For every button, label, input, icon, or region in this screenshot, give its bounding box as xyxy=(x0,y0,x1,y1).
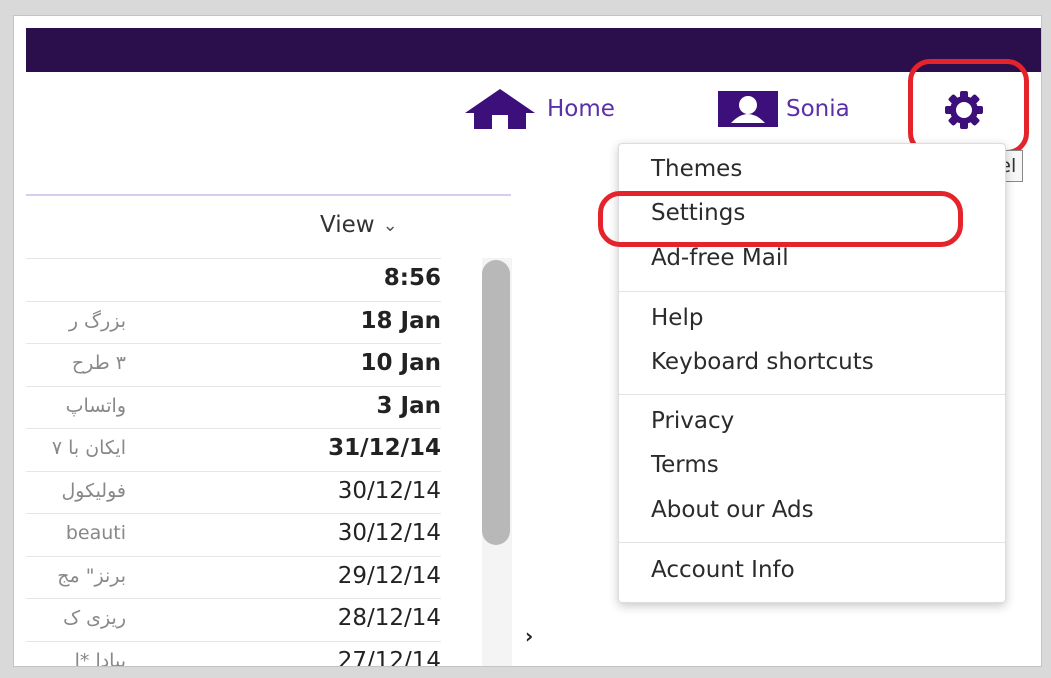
view-label: View xyxy=(320,212,375,238)
message-date: 31/12/14 xyxy=(328,435,441,461)
pane-divider xyxy=(26,194,511,196)
scrollbar-thumb[interactable] xyxy=(482,260,510,545)
menu-divider xyxy=(619,394,1005,395)
message-subject: فولیکول xyxy=(61,479,126,502)
view-dropdown[interactable]: View ⌄ xyxy=(320,212,398,238)
message-subject: بیادا *ا xyxy=(74,649,126,667)
menu-item-about-our-ads[interactable]: About our Ads xyxy=(651,497,814,523)
message-date: 28/12/14 xyxy=(337,605,441,631)
message-row[interactable]: ۳ طرح 10 Jan xyxy=(26,343,441,386)
top-bar xyxy=(26,28,1041,72)
menu-item-ad-free-mail[interactable]: Ad-free Mail xyxy=(651,245,789,271)
message-date: 29/12/14 xyxy=(337,562,441,589)
chevron-right-icon[interactable]: › xyxy=(525,624,533,648)
user-profile-link[interactable]: Sonia xyxy=(718,84,850,134)
menu-item-keyboard-shortcuts[interactable]: Keyboard shortcuts xyxy=(651,349,874,375)
message-date: 30/12/14 xyxy=(337,520,441,546)
menu-item-help[interactable]: Help xyxy=(651,305,703,331)
home-link[interactable]: Home xyxy=(461,84,615,134)
settings-highlight xyxy=(598,191,963,247)
message-row[interactable]: بیادا *ا 27/12/14 xyxy=(26,640,441,667)
menu-item-privacy[interactable]: Privacy xyxy=(651,408,734,434)
message-subject: برنز" مج xyxy=(57,564,126,587)
menu-divider xyxy=(619,291,1005,292)
message-subject: beauti xyxy=(65,522,126,544)
message-date: 30/12/14 xyxy=(337,477,441,504)
message-date: 3 Jan xyxy=(376,392,441,419)
user-icon xyxy=(718,91,778,127)
message-subject: واتساپ xyxy=(65,394,126,417)
message-date: 27/12/14 xyxy=(337,647,441,667)
app-frame: Home Sonia Hel View ⌄ 8:56 بزرگ ر xyxy=(14,16,1041,666)
message-row[interactable]: بزرگ ر 18 Jan xyxy=(26,300,441,344)
home-icon xyxy=(465,89,535,129)
message-date: 10 Jan xyxy=(360,350,441,376)
message-row[interactable]: ایکان با ۷ 31/12/14 xyxy=(26,428,441,471)
message-date: 18 Jan xyxy=(360,307,441,334)
message-subject: بزرگ ر xyxy=(68,309,126,332)
message-subject: ایکان با ۷ xyxy=(51,437,126,459)
message-row[interactable]: ریزی ک 28/12/14 xyxy=(26,598,441,641)
home-label: Home xyxy=(547,96,615,122)
message-row[interactable]: beauti 30/12/14 xyxy=(26,513,441,556)
menu-divider xyxy=(619,542,1005,543)
menu-item-themes[interactable]: Themes xyxy=(651,156,742,182)
message-row[interactable]: برنز" مج 29/12/14 xyxy=(26,555,441,599)
message-subject: ریزی ک xyxy=(63,607,126,629)
user-name: Sonia xyxy=(786,96,850,122)
message-subject: ۳ طرح xyxy=(71,352,126,374)
menu-item-terms[interactable]: Terms xyxy=(651,452,719,478)
chevron-down-icon: ⌄ xyxy=(382,214,398,236)
message-row[interactable]: 8:56 xyxy=(26,258,441,301)
message-row[interactable]: واتساپ 3 Jan xyxy=(26,385,441,429)
gear-highlight xyxy=(908,59,1029,155)
message-row[interactable]: فولیکول 30/12/14 xyxy=(26,470,441,514)
menu-item-account-info[interactable]: Account Info xyxy=(651,557,795,583)
message-list: 8:56 بزرگ ر 18 Jan ۳ طرح 10 Jan واتساپ 3… xyxy=(26,258,441,666)
message-date: 8:56 xyxy=(383,265,441,291)
